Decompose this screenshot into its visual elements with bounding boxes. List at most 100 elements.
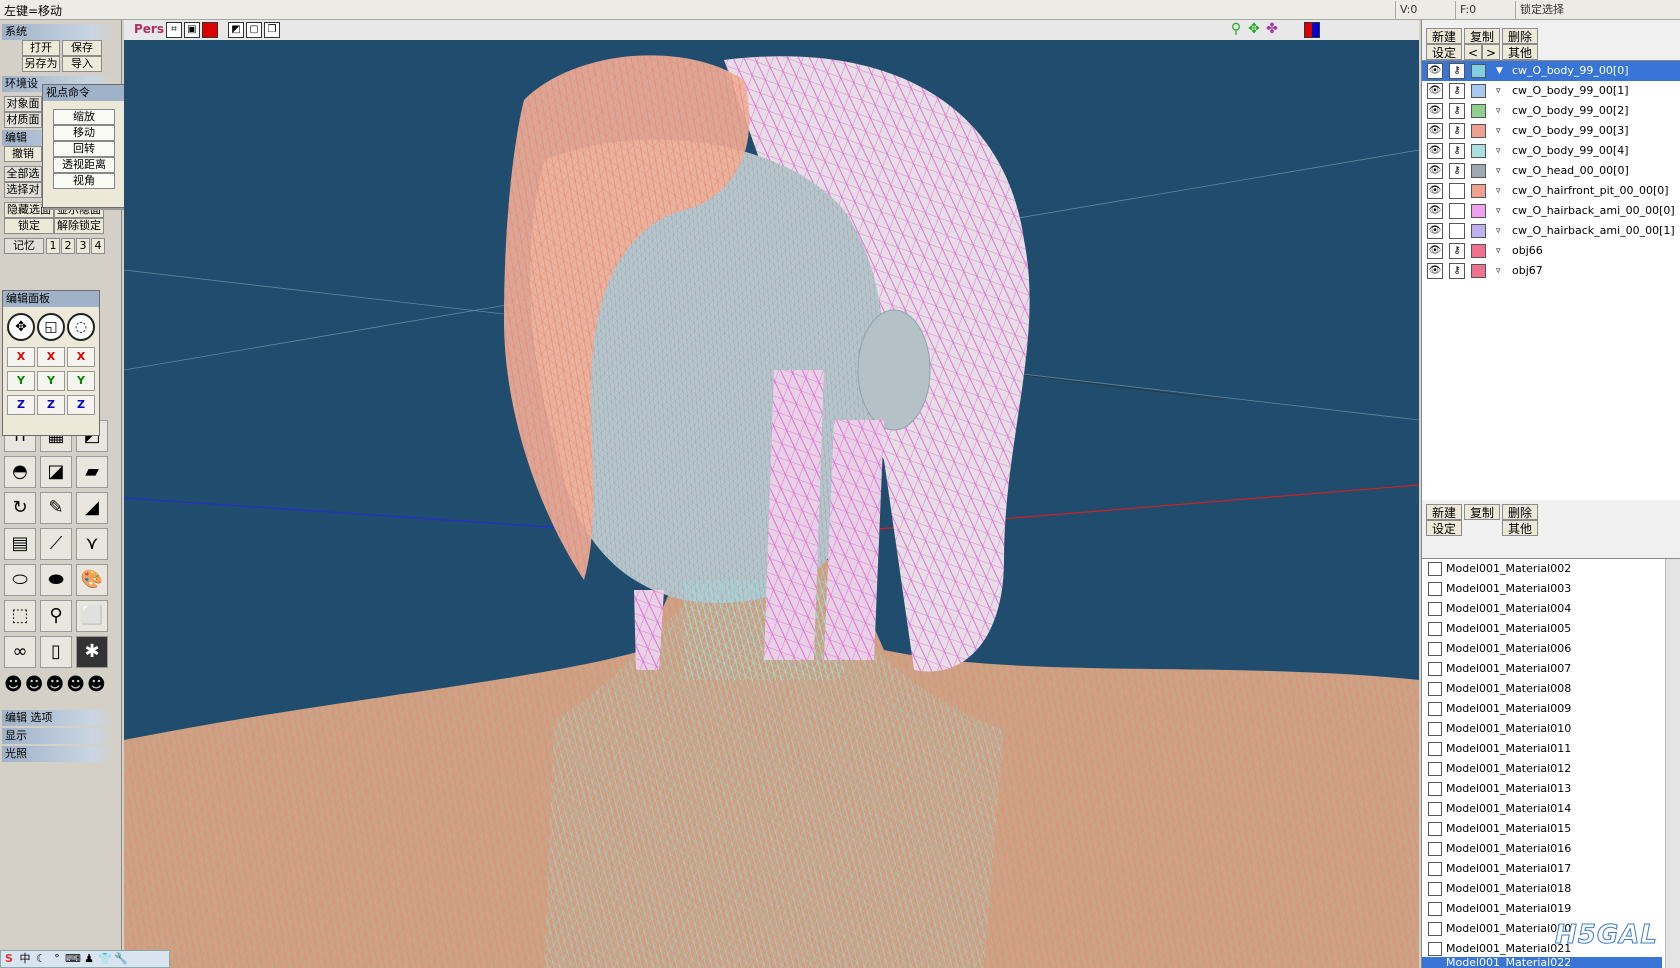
object-color-swatch[interactable] xyxy=(1471,184,1486,198)
move-x-toggle[interactable]: X xyxy=(7,347,35,367)
material-row[interactable]: Model001_Material016 xyxy=(1422,839,1662,859)
object-row[interactable]: 👁 ⚷ ▼ cw_O_body_99_00[0] xyxy=(1422,61,1680,81)
object-panel-button[interactable]: 对象面 xyxy=(4,96,42,112)
rotate-view-icon[interactable]: ✤ xyxy=(1264,22,1280,38)
scale-mode-icon[interactable]: ◱ xyxy=(37,313,65,341)
box-view-icon[interactable]: ▢ xyxy=(246,22,262,38)
save-button[interactable]: 保存 xyxy=(62,40,102,56)
cylinder-tool-icon[interactable]: ⬭ xyxy=(4,564,36,596)
save-as-button[interactable]: 另存为 xyxy=(22,56,60,72)
shaded-mode-icon[interactable] xyxy=(202,22,218,38)
ime-user-icon[interactable]: ♟ xyxy=(81,951,97,967)
camera-icon[interactable]: ◩ xyxy=(228,22,244,38)
rotate-z-toggle[interactable]: Z xyxy=(67,395,95,415)
lock-icon[interactable]: ⚷ xyxy=(1449,243,1465,259)
material-row[interactable]: Model001_Material003 xyxy=(1422,579,1662,599)
bucket-tool-icon[interactable]: ◓ xyxy=(4,456,36,488)
bevel-tool-icon[interactable]: ◢ xyxy=(76,492,108,524)
material-checkbox[interactable] xyxy=(1428,822,1442,836)
paint-tool-icon[interactable]: 🎨 xyxy=(76,564,108,596)
material-checkbox[interactable] xyxy=(1428,802,1442,816)
ime-tools-icon[interactable]: 🔧 xyxy=(113,951,129,967)
material-row[interactable]: Model001_Material014 xyxy=(1422,799,1662,819)
ime-logo-icon[interactable]: S xyxy=(1,951,17,967)
object-new-button[interactable]: 新建 xyxy=(1426,28,1462,44)
move-mode-icon[interactable]: ✥ xyxy=(7,313,35,341)
memory-2-button[interactable]: 2 xyxy=(61,238,75,254)
section-edit-options[interactable]: 编辑 选项 xyxy=(2,710,114,726)
material-checkbox[interactable] xyxy=(1428,602,1442,616)
projection-mode-label[interactable]: Pers xyxy=(134,22,164,36)
scale-y-toggle[interactable]: Y xyxy=(37,371,65,391)
section-display[interactable]: 显示 xyxy=(2,728,114,744)
visibility-eye-icon[interactable]: 👁 xyxy=(1427,183,1443,199)
material-other-button[interactable]: 其他 xyxy=(1502,520,1538,536)
material-row[interactable]: Model001_Material011 xyxy=(1422,739,1662,759)
visibility-eye-icon[interactable]: 👁 xyxy=(1427,123,1443,139)
object-color-swatch[interactable] xyxy=(1471,264,1486,278)
memory-1-button[interactable]: 1 xyxy=(46,238,60,254)
object-row[interactable]: 👁 ⚷ ▿ cw_O_body_99_00[3] xyxy=(1422,121,1680,141)
undo-button[interactable]: 撤销 xyxy=(4,146,42,162)
material-checkbox[interactable] xyxy=(1428,762,1442,776)
object-color-swatch[interactable] xyxy=(1471,164,1486,178)
move-y-toggle[interactable]: Y xyxy=(7,371,35,391)
lock-select-toggle[interactable]: 锁定选择 xyxy=(1515,1,1680,19)
object-color-swatch[interactable] xyxy=(1471,224,1486,238)
ime-keyboard-icon[interactable]: ⌨ xyxy=(65,951,81,967)
material-new-button[interactable]: 新建 xyxy=(1426,504,1462,520)
material-row[interactable]: Model001_Material013 xyxy=(1422,779,1662,799)
material-row[interactable]: Model001_Material007 xyxy=(1422,659,1662,679)
memory-4-button[interactable]: 4 xyxy=(91,238,105,254)
lock-icon[interactable]: ⚷ xyxy=(1449,163,1465,179)
object-row[interactable]: 👁 ⚷ ▿ cw_O_head_00_00[0] xyxy=(1422,161,1680,181)
lock-empty[interactable] xyxy=(1449,223,1465,239)
object-row[interactable]: 👁 ▿ cw_O_hairback_ami_00_00[0] xyxy=(1422,201,1680,221)
expand-arrow-icon[interactable]: ▼ xyxy=(1496,61,1503,81)
bone-tool-icon[interactable]: ✱ xyxy=(76,636,108,668)
page-tool-icon[interactable]: ▯ xyxy=(40,636,72,668)
pipe-tool-icon[interactable]: ⚲ xyxy=(40,600,72,632)
lock-icon[interactable]: ⚷ xyxy=(1449,103,1465,119)
object-color-swatch[interactable] xyxy=(1471,64,1486,78)
object-row[interactable]: 👁 ⚷ ▿ cw_O_body_99_00[1] xyxy=(1422,81,1680,101)
ime-punct-icon[interactable]: ° xyxy=(49,951,65,967)
zoom-button[interactable]: 缩放 xyxy=(53,109,115,125)
object-row[interactable]: 👁 ⚷ ▿ obj67 xyxy=(1422,261,1680,281)
object-row[interactable]: 👁 ▿ cw_O_hairback_ami_00_00[1] xyxy=(1422,221,1680,241)
section-light[interactable]: 光照 xyxy=(2,746,114,762)
material-copy-button[interactable]: 复制 xyxy=(1464,504,1500,520)
move-view-button[interactable]: 移动 xyxy=(53,125,115,141)
memory-3-button[interactable]: 3 xyxy=(76,238,90,254)
material-row[interactable]: Model001_Material004 xyxy=(1422,599,1662,619)
material-row[interactable]: Model001_Material018 xyxy=(1422,879,1662,899)
bend-tool-icon[interactable]: ⟋ xyxy=(40,528,72,560)
material-row[interactable]: Model001_Material005 xyxy=(1422,619,1662,639)
object-row[interactable]: 👁 ⚷ ▿ cw_O_body_99_00[2] xyxy=(1422,101,1680,121)
object-next-button[interactable]: > xyxy=(1482,44,1500,60)
section-system[interactable]: 系统 xyxy=(2,24,114,40)
open-button[interactable]: 打开 xyxy=(22,40,60,56)
extrude-tool-icon[interactable]: ▰ xyxy=(76,456,108,488)
visibility-eye-icon[interactable]: 👁 xyxy=(1427,63,1443,79)
lock-empty[interactable] xyxy=(1449,203,1465,219)
unlock-button[interactable]: 解除锁定 xyxy=(54,218,104,234)
visibility-eye-icon[interactable]: 👁 xyxy=(1427,263,1443,279)
select-object-button[interactable]: 选择对 xyxy=(4,182,42,198)
material-checkbox[interactable] xyxy=(1428,942,1442,956)
select-all-button[interactable]: 全部选 xyxy=(4,166,42,182)
view-angle-button[interactable]: 视角 xyxy=(53,173,115,189)
material-checkbox[interactable] xyxy=(1428,682,1442,696)
rotate-mode-icon[interactable]: ◌ xyxy=(67,313,95,341)
object-color-swatch[interactable] xyxy=(1471,244,1486,258)
object-row[interactable]: 👁 ⚷ ▿ obj66 xyxy=(1422,241,1680,261)
material-checkbox[interactable] xyxy=(1428,882,1442,896)
lock-empty[interactable] xyxy=(1449,183,1465,199)
3d-viewport[interactable]: Pers ⌗ ▣ ◩ ▢ ❐ ⚲ ✥ ✤ xyxy=(124,20,1419,968)
object-copy-button[interactable]: 复制 xyxy=(1464,28,1500,44)
wire-mode-icon[interactable]: ⌗ xyxy=(166,22,182,38)
pan-view-icon[interactable]: ✥ xyxy=(1246,22,1262,38)
object-color-swatch[interactable] xyxy=(1471,204,1486,218)
knife-tool-icon[interactable]: ◪ xyxy=(40,456,72,488)
import-button[interactable]: 导入 xyxy=(62,56,102,72)
